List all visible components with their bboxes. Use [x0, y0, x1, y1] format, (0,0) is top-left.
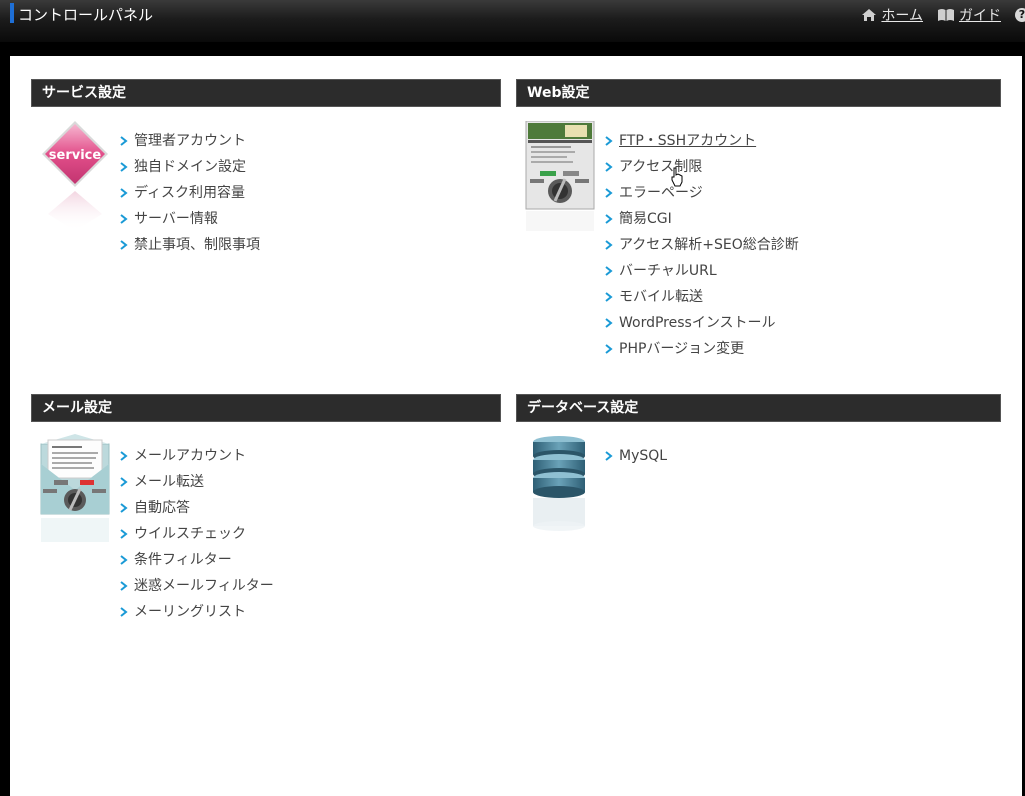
list-item[interactable]: バーチャルURL	[604, 263, 799, 289]
home-link-label[interactable]: ホーム	[881, 5, 923, 25]
chevron-right-icon	[120, 555, 128, 565]
web-thumbnail	[525, 121, 595, 231]
list-item[interactable]: メーリングリスト	[119, 604, 274, 630]
list-item[interactable]: PHPバージョン変更	[604, 341, 799, 367]
chevron-right-icon	[120, 136, 128, 146]
top-nav: ホーム ガイド ?	[861, 5, 1025, 25]
chevron-right-icon	[605, 240, 613, 250]
list-item[interactable]: 自動応答	[119, 500, 274, 526]
chevron-right-icon	[120, 581, 128, 591]
chevron-right-icon	[605, 162, 613, 172]
chevron-right-icon	[605, 318, 613, 328]
guide-link[interactable]: ガイド	[937, 5, 1001, 25]
help-icon[interactable]: ?	[1015, 8, 1025, 22]
chevron-right-icon	[605, 188, 613, 198]
list-item[interactable]: MySQL	[604, 448, 667, 474]
list-item[interactable]: メールアカウント	[119, 448, 274, 474]
panel-title: Web設定	[516, 79, 1001, 107]
home-link[interactable]: ホーム	[861, 5, 923, 25]
list-item[interactable]: 迷惑メールフィルター	[119, 578, 274, 604]
chevron-right-icon	[605, 214, 613, 224]
main-content: サービス設定 service 管理者アカウント 独自ドメイン設定 ディスク利用容…	[10, 56, 1022, 796]
mouse-cursor	[671, 167, 683, 187]
chevron-right-icon	[605, 451, 613, 461]
app-title: コントロールパネル	[18, 6, 154, 24]
panel-web: Web設定 FTP・SSHアカウント アクセス制限 エラーページ 簡易CGI ア…	[516, 79, 1001, 379]
panel-title: メール設定	[31, 394, 501, 422]
chevron-right-icon	[605, 292, 613, 302]
list-item[interactable]: WordPressインストール	[604, 315, 799, 341]
chevron-right-icon	[120, 214, 128, 224]
list-item[interactable]: ディスク利用容量	[119, 185, 260, 211]
chevron-right-icon	[120, 607, 128, 617]
list-item[interactable]: 管理者アカウント	[119, 133, 260, 159]
top-bar: コントロールパネル ホーム ガイド ?	[0, 0, 1025, 42]
list-item[interactable]: アクセス解析+SEO総合診断	[604, 237, 799, 263]
chevron-right-icon	[120, 477, 128, 487]
panel-database: データベース設定 MySQL	[516, 394, 1001, 594]
chevron-right-icon	[120, 162, 128, 172]
mail-thumbnail	[40, 434, 110, 542]
service-thumb-label: service	[49, 148, 102, 163]
list-item[interactable]: 独自ドメイン設定	[119, 159, 260, 185]
guide-link-label[interactable]: ガイド	[959, 5, 1001, 25]
database-thumbnail	[533, 436, 585, 531]
panel-mail: メール設定 メールアカウント メール転送 自動応答 ウイルスチェック 条件フィル…	[31, 394, 501, 654]
chevron-right-icon	[605, 344, 613, 354]
panel-title: サービス設定	[31, 79, 501, 107]
web-menu: FTP・SSHアカウント アクセス制限 エラーページ 簡易CGI アクセス解析+…	[604, 133, 799, 367]
chevron-right-icon	[120, 529, 128, 539]
title-accent-bar	[10, 3, 14, 23]
list-item[interactable]: ウイルスチェック	[119, 526, 274, 552]
panel-service: サービス設定 service 管理者アカウント 独自ドメイン設定 ディスク利用容…	[31, 79, 501, 279]
chevron-right-icon	[120, 503, 128, 513]
list-item[interactable]: サーバー情報	[119, 211, 260, 237]
database-menu: MySQL	[604, 448, 667, 474]
chevron-right-icon	[120, 240, 128, 250]
list-item[interactable]: 禁止事項、制限事項	[119, 237, 260, 263]
list-item[interactable]: アクセス制限	[604, 159, 799, 185]
list-item[interactable]: モバイル転送	[604, 289, 799, 315]
chevron-right-icon	[120, 188, 128, 198]
list-item[interactable]: メール転送	[119, 474, 274, 500]
list-item[interactable]: 条件フィルター	[119, 552, 274, 578]
list-item[interactable]: FTP・SSHアカウント	[604, 133, 799, 159]
list-item[interactable]: エラーページ	[604, 185, 799, 211]
chevron-right-icon	[120, 451, 128, 461]
book-icon	[938, 9, 954, 21]
mail-menu: メールアカウント メール転送 自動応答 ウイルスチェック 条件フィルター 迷惑メ…	[119, 448, 274, 630]
list-item[interactable]: 簡易CGI	[604, 211, 799, 237]
panel-title: データベース設定	[516, 394, 1001, 422]
chevron-right-icon	[605, 136, 613, 146]
chevron-right-icon	[605, 266, 613, 276]
home-icon	[862, 9, 877, 21]
service-menu: 管理者アカウント 独自ドメイン設定 ディスク利用容量 サーバー情報 禁止事項、制…	[119, 133, 260, 263]
service-thumbnail: service	[42, 121, 108, 231]
